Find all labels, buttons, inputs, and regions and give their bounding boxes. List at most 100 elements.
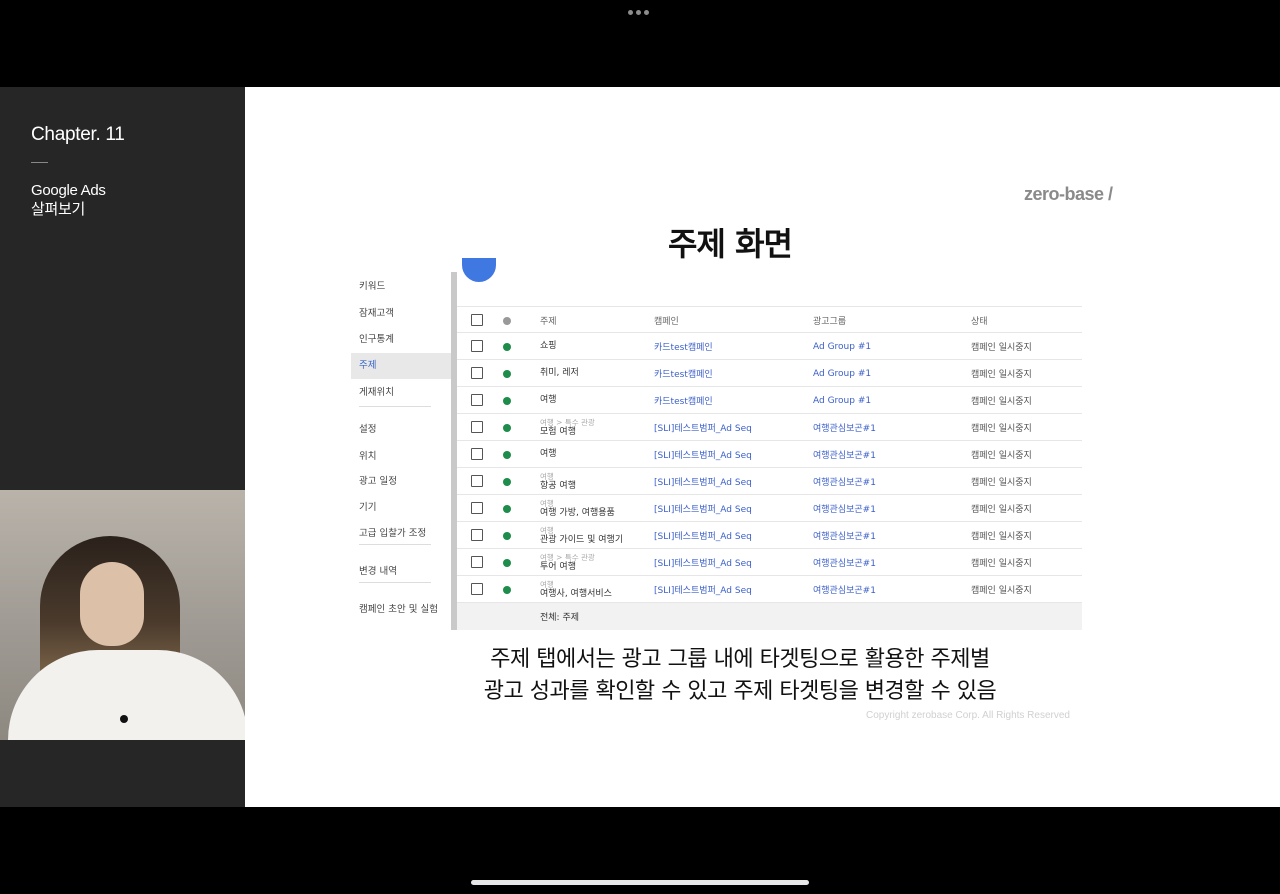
row-checkbox[interactable] [471, 475, 483, 487]
campaign-link[interactable]: [SLI]테스트범퍼_Ad Seq [654, 549, 752, 576]
copyright-notice: Copyright zerobase Corp. All Rights Rese… [866, 710, 1070, 721]
table-total: 전체: 주제 [540, 613, 580, 623]
topic-cell: 여행 여행 가방, 여행용품 [540, 495, 615, 522]
ad-group-link[interactable]: 여행관심보곤#1 [813, 468, 876, 495]
table-footer-row: 전체: 주제 [457, 603, 1082, 630]
campaign-link[interactable]: [SLI]테스트범퍼_Ad Seq [654, 576, 752, 603]
nav-item[interactable]: 광고 일정 [351, 475, 451, 488]
status-cell: 캠페인 일시중지 [971, 397, 1032, 407]
ad-group-link[interactable]: 여행관심보곤#1 [813, 441, 876, 468]
add-fab-button[interactable] [462, 258, 496, 282]
topic-path: 여행 [540, 525, 554, 535]
status-cell: 캠페인 일시중지 [971, 478, 1032, 488]
home-indicator[interactable] [471, 880, 809, 885]
ad-group-link[interactable]: Ad Group #1 [813, 387, 871, 414]
status-dot [503, 424, 511, 432]
nav-item[interactable]: 잠재고객 [351, 307, 451, 320]
topic-cell: 쇼핑 [540, 333, 557, 360]
select-all-checkbox[interactable] [471, 314, 483, 326]
status-dot [503, 343, 511, 351]
more-options-icon[interactable] [628, 10, 649, 15]
row-checkbox[interactable] [471, 448, 483, 460]
campaign-link[interactable]: 카드test캠페인 [654, 333, 713, 360]
nav-item[interactable]: 인구통계 [351, 333, 451, 346]
header-topic[interactable]: 주제 [540, 307, 557, 334]
row-checkbox[interactable] [471, 583, 483, 595]
ads-screenshot: 키워드 잠재고객 인구통계 주제 게재위치 설정 위치 광고 일정 기기 고급 입찰가 조정 변경 … [351, 258, 1082, 630]
status-cell: 캠페인 일시중지 [971, 559, 1032, 569]
status-cell: 캠페인 일시중지 [971, 532, 1032, 542]
ad-group-link[interactable]: 여행관심보곤#1 [813, 549, 876, 576]
row-checkbox[interactable] [471, 421, 483, 433]
table-row[interactable]: 여행 관광 가이드 및 여행기 [SLI]테스트범퍼_Ad Seq 여행관심보곤#1 캠… [457, 522, 1082, 549]
nav-item[interactable]: 설정 [351, 423, 451, 436]
status-dot [503, 505, 511, 513]
topic-path: 여행 [540, 471, 554, 481]
nav-item[interactable]: 캠페인 초안 및 실험 [351, 603, 451, 629]
topic-name: 취미, 레저 [540, 368, 579, 378]
row-checkbox[interactable] [471, 502, 483, 514]
status-dot [503, 586, 511, 594]
row-checkbox[interactable] [471, 556, 483, 568]
topic-cell: 여행 > 특수 관광 투어 여행 [540, 549, 595, 576]
status-cell: 캠페인 일시중지 [971, 505, 1032, 515]
campaign-link[interactable]: 카드test캠페인 [654, 387, 713, 414]
campaign-link[interactable]: 카드test캠페인 [654, 360, 713, 387]
campaign-link[interactable]: [SLI]테스트범퍼_Ad Seq [654, 522, 752, 549]
subtitle-line1: 주제 탭에서는 광고 그룹 내에 타겟팅으로 활용한 주제별 [490, 647, 990, 672]
nav-divider [359, 406, 431, 407]
campaign-link[interactable]: [SLI]테스트범퍼_Ad Seq [654, 468, 752, 495]
nav-item[interactable]: 기기 [351, 501, 451, 514]
nav-item[interactable]: 키워드 [351, 280, 451, 293]
row-checkbox[interactable] [471, 394, 483, 406]
nav-item[interactable]: 위치 [351, 450, 451, 463]
topic-name: 쇼핑 [540, 341, 557, 351]
header-ad-group[interactable]: 광고그룹 [813, 307, 846, 334]
subtitle-line2: 광고 성과를 확인할 수 있고 주제 타겟팅을 변경할 수 있음 [483, 679, 997, 704]
row-checkbox[interactable] [471, 367, 483, 379]
table-row[interactable]: 여행 여행 가방, 여행용품 [SLI]테스트범퍼_Ad Seq 여행관심보곤#1 캠페… [457, 495, 1082, 522]
table-row[interactable]: 여행 > 특수 관광 모험 여행 [SLI]테스트범퍼_Ad Seq 여행관심보곤#1… [457, 414, 1082, 441]
topic-name: 관광 가이드 및 여행기 [540, 534, 624, 545]
ad-group-link[interactable]: 여행관심보곤#1 [813, 576, 876, 603]
campaign-link[interactable]: [SLI]테스트범퍼_Ad Seq [654, 441, 752, 468]
ad-group-link[interactable]: 여행관심보곤#1 [813, 495, 876, 522]
campaign-link[interactable]: [SLI]테스트범퍼_Ad Seq [654, 495, 752, 522]
table-row[interactable]: 여행 > 특수 관광 투어 여행 [SLI]테스트범퍼_Ad Seq 여행관심보곤#1… [457, 549, 1082, 576]
table-row[interactable]: 여행 [SLI]테스트범퍼_Ad Seq 여행관심보곤#1 캠페인 일시중지 [457, 441, 1082, 468]
table-row[interactable]: 여행 여행사, 여행서비스 [SLI]테스트범퍼_Ad Seq 여행관심보곤#1 캠페인… [457, 576, 1082, 603]
ads-side-nav: 키워드잠재고객인구통계주제게재위치설정위치광고 일정기기고급 입찰가 조정변경 … [351, 272, 451, 630]
status-cell: 캠페인 일시중지 [971, 451, 1032, 461]
table-row[interactable]: 여행 카드test캠페인 Ad Group #1 캠페인 일시중지 [457, 387, 1082, 414]
nav-divider [359, 544, 431, 545]
microphone-icon [120, 715, 128, 723]
chapter-divider [31, 162, 48, 163]
nav-item[interactable]: 변경 내역 [351, 565, 451, 578]
topic-name: 여행 [540, 395, 557, 405]
nav-item[interactable]: 게재위치 [351, 386, 451, 399]
ad-group-link[interactable]: 여행관심보곤#1 [813, 522, 876, 549]
row-checkbox[interactable] [471, 529, 483, 541]
lecture-sidebar: Chapter. 11 Google Ads 살펴보기 [0, 87, 245, 807]
table-row[interactable]: 여행 항공 여행 [SLI]테스트범퍼_Ad Seq 여행관심보곤#1 캠페인 일시중지 [457, 468, 1082, 495]
topic-cell: 여행 관광 가이드 및 여행기 [540, 522, 623, 549]
ad-group-link[interactable]: Ad Group #1 [813, 360, 871, 387]
header-campaign[interactable]: 캠페인 [654, 307, 679, 334]
status-dot [503, 397, 511, 405]
nav-item[interactable]: 주제 [351, 353, 451, 379]
row-checkbox[interactable] [471, 340, 483, 352]
status-cell: 캠페인 일시중지 [971, 370, 1032, 380]
table-row[interactable]: 쇼핑 카드test캠페인 Ad Group #1 캠페인 일시중지 [457, 333, 1082, 360]
brand-logo: zero-base / [1024, 184, 1113, 204]
chapter-label: Chapter. 11 [31, 124, 125, 145]
status-header-dot [503, 317, 511, 325]
ad-group-link[interactable]: 여행관심보곤#1 [813, 414, 876, 441]
header-status[interactable]: 상태 [971, 307, 988, 334]
nav-item[interactable]: 고급 입찰가 조정 [351, 527, 451, 540]
ad-group-link[interactable]: Ad Group #1 [813, 333, 871, 360]
table-row[interactable]: 취미, 레저 카드test캠페인 Ad Group #1 캠페인 일시중지 [457, 360, 1082, 387]
campaign-link[interactable]: [SLI]테스트범퍼_Ad Seq [654, 414, 752, 441]
course-title: Google Ads 살펴보기 [31, 181, 106, 219]
topic-name: 여행사, 여행서비스 [540, 588, 612, 599]
slide-subtitle: 주제 탭에서는 광고 그룹 내에 타겟팅으로 활용한 주제별 광고 성과를 확인… [395, 644, 1085, 708]
